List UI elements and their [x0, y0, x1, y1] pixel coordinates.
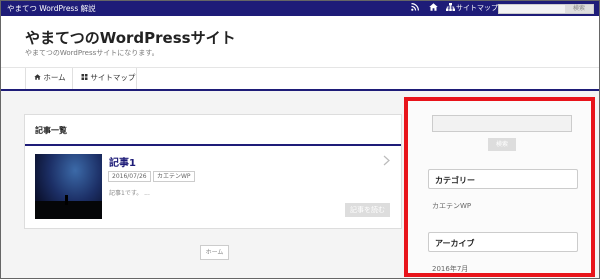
- home-icon[interactable]: [429, 3, 438, 13]
- thumbnail-ground: [35, 201, 102, 219]
- grid-icon: [81, 73, 90, 82]
- article-excerpt: 記事1です。 ...: [109, 190, 150, 197]
- nav-item-home[interactable]: ホーム: [25, 68, 72, 89]
- site-description: やまてつのWordPressサイトになります。: [25, 49, 159, 57]
- read-more-button[interactable]: 記事を読む: [345, 203, 390, 217]
- top-bar: やまてつ WordPress 解説 サイトマップ 検索: [1, 1, 599, 16]
- chevron-right-icon[interactable]: [383, 155, 390, 169]
- site-title[interactable]: やまてつのWordPressサイト: [25, 27, 236, 48]
- home-icon: [34, 73, 43, 82]
- sidebar-search-button[interactable]: 検索: [488, 138, 516, 151]
- home-button[interactable]: ホーム: [200, 245, 229, 260]
- category-widget-title: カテゴリー: [428, 169, 578, 189]
- category-heading: カテゴリー: [435, 176, 475, 185]
- rss-icon[interactable]: [411, 3, 419, 13]
- article-list-header: 記事一覧: [25, 115, 401, 146]
- global-nav: ホーム サイトマップ: [1, 67, 599, 89]
- article-thumbnail[interactable]: [35, 154, 102, 219]
- thumbnail-person: [65, 195, 68, 205]
- article-list-title: 記事一覧: [35, 126, 67, 135]
- top-search-button[interactable]: 検索: [565, 5, 593, 13]
- article-title[interactable]: 記事1: [109, 154, 136, 169]
- article-list: 記事一覧 記事1 2016/07/26 カエテンWP 記事1です。 ... 記事…: [24, 114, 402, 229]
- sidebar-search-input[interactable]: [432, 115, 572, 132]
- nav-item-label: サイトマップ: [90, 73, 136, 82]
- archive-heading: アーカイブ: [435, 239, 475, 248]
- archive-link[interactable]: 2016年7月: [432, 264, 468, 273]
- article-category[interactable]: カエテンWP: [153, 171, 195, 182]
- nav-underline: [1, 89, 599, 91]
- sitemap-icon[interactable]: [446, 3, 455, 13]
- nav-item-sitemap[interactable]: サイトマップ: [72, 68, 137, 89]
- article-date: 2016/07/26: [108, 171, 151, 182]
- category-link[interactable]: カエテンWP: [432, 201, 471, 211]
- top-bar-title[interactable]: やまてつ WordPress 解説: [7, 3, 96, 14]
- archive-widget-title: アーカイブ: [428, 232, 578, 252]
- top-search-input[interactable]: 検索: [498, 4, 594, 14]
- top-sitemap-link[interactable]: サイトマップ: [456, 3, 498, 13]
- sidebar: 検索 カテゴリー カエテンWP アーカイブ 2016年7月: [404, 97, 595, 277]
- nav-item-label: ホーム: [43, 73, 66, 82]
- site-header: やまてつのWordPressサイト やまてつのWordPressサイトになります…: [1, 16, 599, 67]
